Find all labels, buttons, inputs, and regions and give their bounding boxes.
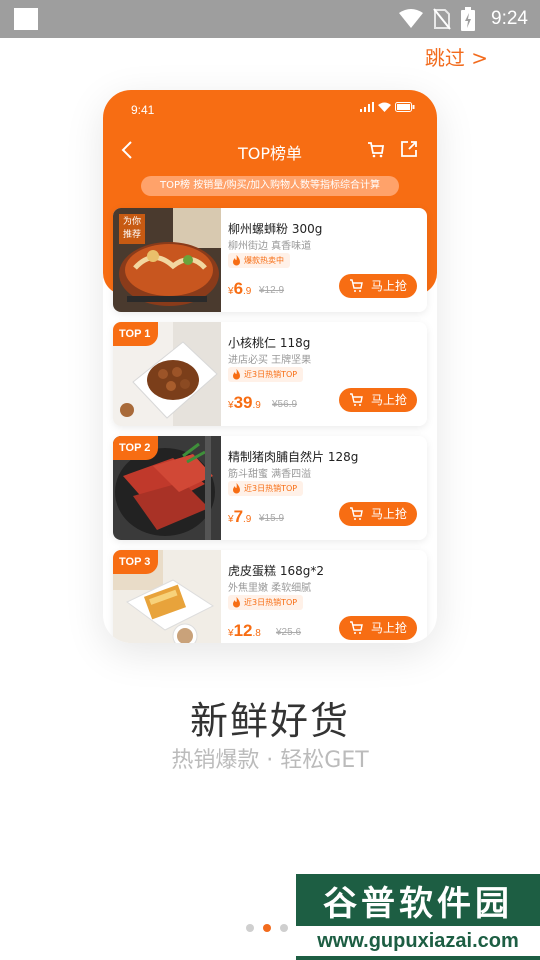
phone-time: 9:41 xyxy=(131,103,155,117)
original-price: ¥12.9 xyxy=(259,285,285,296)
phone-wifi-icon xyxy=(378,102,391,112)
watermark-url: www.gupuxiazai.com xyxy=(296,926,540,956)
buy-now-button[interactable]: 马上抢 xyxy=(339,388,417,412)
phone-status-icons xyxy=(360,102,415,112)
recommend-badge: 为你 推荐 xyxy=(119,214,145,244)
cart-icon xyxy=(350,393,363,406)
product-card[interactable]: TOP 1 小核桃仁 118g 进店必买 王牌坚果 近3日热销TOP ¥39.9… xyxy=(113,322,427,426)
product-name: 精制猪肉脯自然片 128g xyxy=(228,450,359,464)
product-card[interactable]: 为你 推荐 柳州螺蛳粉 300g 柳州街边 真香味道 爆款热卖中 ¥6.9 ¥12… xyxy=(113,208,427,312)
watermark-title: 谷普软件园 xyxy=(323,884,513,924)
battery-icon xyxy=(461,7,476,31)
buy-now-button[interactable]: 马上抢 xyxy=(339,616,417,640)
buy-now-button[interactable]: 马上抢 xyxy=(339,274,417,298)
share-icon[interactable] xyxy=(400,140,418,158)
original-price: ¥25.6 xyxy=(276,627,302,638)
rank-badge: TOP 1 xyxy=(113,322,159,346)
wifi-icon xyxy=(399,9,424,28)
hot-tag: 近3日热销TOP xyxy=(228,595,304,610)
original-price: ¥56.9 xyxy=(272,399,298,410)
product-price: ¥6.9 xyxy=(228,279,252,298)
hot-tag: 近3日热销TOP xyxy=(228,367,304,382)
cart-icon xyxy=(350,279,363,292)
product-name: 虎皮蛋糕 168g*2 xyxy=(228,564,324,578)
product-desc: 进店必买 王牌坚果 xyxy=(228,355,312,366)
product-desc: 外焦里嫩 柔软细腻 xyxy=(228,583,312,594)
product-card[interactable]: TOP 2 精制猪肉脯自然片 128g 筋斗甜蜜 满香四溢 近3日热销TOP ¥… xyxy=(113,436,427,540)
ranking-note: TOP榜 按销量/购买/加入购物人数等指标综合计算 xyxy=(141,176,399,196)
page-title: TOP榜单 xyxy=(237,144,303,163)
product-name: 柳州螺蛳粉 300g xyxy=(228,222,323,236)
page-dot xyxy=(246,924,254,932)
product-desc: 柳州街边 真香味道 xyxy=(228,241,312,252)
skip-button[interactable]: 跳过 > xyxy=(425,42,488,71)
original-price: ¥15.9 xyxy=(259,513,285,524)
status-time: 9:24 xyxy=(491,8,528,29)
product-price: ¥39.9 xyxy=(228,393,261,412)
product-desc: 筋斗甜蜜 满香四溢 xyxy=(228,469,312,480)
cart-icon[interactable] xyxy=(367,141,385,159)
page-indicator xyxy=(246,924,288,932)
notification-icon xyxy=(14,8,38,30)
signal-icon xyxy=(360,102,374,112)
phone-battery-icon xyxy=(395,102,415,112)
product-price: ¥7.9 xyxy=(228,507,252,526)
rank-badge: TOP 2 xyxy=(113,436,159,460)
product-card[interactable]: TOP 3 虎皮蛋糕 168g*2 外焦里嫩 柔软细腻 近3日热销TOP ¥12… xyxy=(113,550,427,643)
phone-mockup: 9:41 TOP榜单 TOP榜 按销量/购买/加入购物人数等指标综合计算 为你推… xyxy=(103,90,437,643)
watermark-logo: 谷普软件园 www.gupuxiazai.com xyxy=(296,874,540,960)
product-price: ¥12.8 xyxy=(228,621,261,640)
status-bar: 9:24 xyxy=(0,0,540,38)
cart-icon xyxy=(350,621,363,634)
cart-icon xyxy=(350,507,363,520)
flame-icon xyxy=(233,369,240,380)
rank-badge: TOP 3 xyxy=(113,550,159,574)
flame-icon xyxy=(233,483,240,494)
hot-tag: 爆款热卖中 xyxy=(228,253,290,268)
product-name: 小核桃仁 118g xyxy=(228,336,311,350)
page-dot xyxy=(280,924,288,932)
no-sim-icon xyxy=(433,8,451,30)
hot-tag: 近3日热销TOP xyxy=(228,481,304,496)
buy-now-button[interactable]: 马上抢 xyxy=(339,502,417,526)
page-dot-active xyxy=(263,924,271,932)
status-icons: 9:24 xyxy=(399,6,528,32)
onboarding-subline: 热销爆款 · 轻松GET xyxy=(171,748,369,773)
flame-icon xyxy=(233,255,240,266)
onboarding-headline: 新鲜好货 xyxy=(189,699,350,743)
flame-icon xyxy=(233,597,240,608)
